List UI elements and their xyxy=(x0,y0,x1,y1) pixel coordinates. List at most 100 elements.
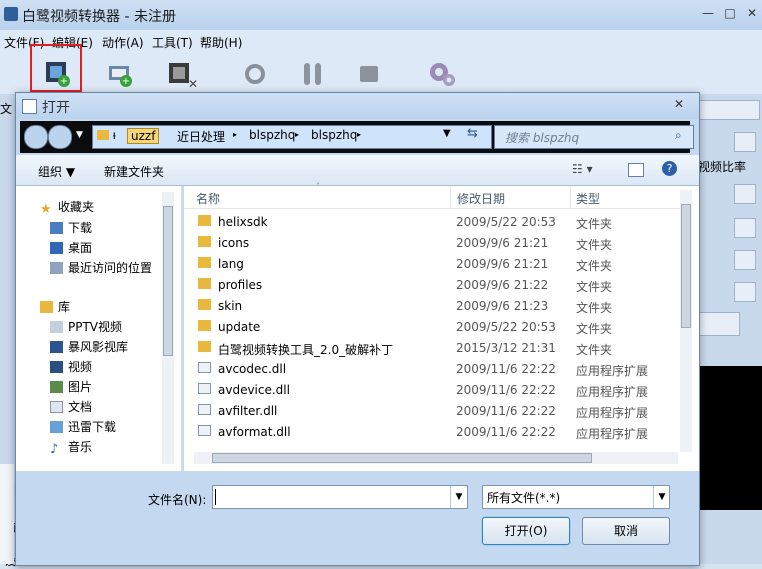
menu-help[interactable]: 帮助(H) xyxy=(200,34,242,51)
forward-button[interactable] xyxy=(48,125,72,149)
right-dropdown-2[interactable] xyxy=(734,184,756,204)
menu-tools[interactable]: 工具(T) xyxy=(152,34,193,51)
file-row[interactable]: avcodec.dll 2009/11/6 22:22 应用程序扩展 xyxy=(196,359,676,380)
breadcrumb-blspzhq-1[interactable]: blspzhq xyxy=(249,128,295,142)
pause-icon[interactable] xyxy=(296,56,330,90)
address-dropdown-icon[interactable]: ▼ xyxy=(443,128,451,139)
left-panel-strip xyxy=(0,464,14,564)
horizontal-scrollbar-thumb[interactable] xyxy=(212,453,592,463)
minimize-button[interactable]: — xyxy=(700,6,716,20)
nav-scrollbar-thumb[interactable] xyxy=(163,206,173,356)
file-row[interactable]: icons 2009/9/6 21:21 文件夹 xyxy=(196,233,676,254)
nav-favorites[interactable]: ★ 收藏夹 xyxy=(40,198,94,217)
nav-baofeng[interactable]: 暴风影视库 xyxy=(50,338,128,355)
filename-label: 文件名(N): xyxy=(148,493,207,507)
nav-documents[interactable]: 文档 xyxy=(50,398,92,415)
column-divider[interactable] xyxy=(450,186,451,208)
back-button[interactable] xyxy=(24,125,48,149)
right-dropdown-4[interactable] xyxy=(734,250,756,270)
file-name: helixsdk xyxy=(218,215,268,229)
open-button[interactable]: 打开(O) xyxy=(482,517,570,545)
remove-icon[interactable]: ✕ xyxy=(164,56,198,91)
column-type[interactable]: 类型 xyxy=(576,190,600,207)
nav-video[interactable]: 视频 xyxy=(50,358,92,375)
command-bar: 组织 ▼ 新建文件夹 ☷ ▾ ? xyxy=(16,155,699,186)
view-menu-icon[interactable]: ☷ ▾ xyxy=(572,162,593,176)
dll-file-icon xyxy=(198,404,211,415)
add-video-icon[interactable]: + xyxy=(40,56,74,90)
filename-dropdown-icon[interactable]: ▼ xyxy=(450,486,467,508)
nav-pptv[interactable]: PPTV视频 xyxy=(50,318,122,335)
file-type-dropdown-icon[interactable]: ▼ xyxy=(653,486,670,508)
nav-desktop[interactable]: 桌面 xyxy=(50,239,92,256)
recent-dropdown-icon[interactable]: ▼ xyxy=(76,130,83,140)
add-folder-icon[interactable]: + xyxy=(104,56,138,90)
dialog-close-button[interactable]: ✕ xyxy=(674,97,684,111)
breadcrumb-arrow-3[interactable]: ▸ xyxy=(357,130,361,139)
breadcrumb-recent[interactable]: 近日处理 xyxy=(177,128,225,145)
right-field[interactable] xyxy=(698,100,760,120)
video-library-icon xyxy=(50,321,63,333)
help-icon[interactable]: ? xyxy=(662,161,677,176)
file-row[interactable]: 白鹭视频转换工具_2.0_破解补丁 2015/3/12 21:31 文件夹 xyxy=(196,338,676,359)
refresh-icon[interactable] xyxy=(238,56,272,90)
library-icon xyxy=(40,301,53,313)
nav-xunlei[interactable]: 迅雷下载 xyxy=(50,418,116,435)
file-row[interactable]: avformat.dll 2009/11/6 22:22 应用程序扩展 xyxy=(196,422,676,443)
stop-icon[interactable] xyxy=(352,56,386,90)
nav-libraries[interactable]: 库 xyxy=(40,298,70,315)
file-row[interactable]: profiles 2009/9/6 21:22 文件夹 xyxy=(196,275,676,296)
breadcrumb-arrow-1[interactable]: ▸ xyxy=(233,130,237,139)
file-scrollbar-thumb[interactable] xyxy=(681,204,691,328)
nav-scrollbar[interactable] xyxy=(162,192,174,464)
sort-ascending-icon: ˄ xyxy=(316,182,320,191)
file-row[interactable]: avdevice.dll 2009/11/6 22:22 应用程序扩展 xyxy=(196,380,676,401)
download-folder-icon xyxy=(50,421,63,433)
column-date[interactable]: 修改日期 xyxy=(457,190,505,207)
close-button[interactable]: ✕ xyxy=(744,6,760,20)
nav-pictures-label: 图片 xyxy=(68,380,93,394)
file-row[interactable]: avfilter.dll 2009/11/6 22:22 应用程序扩展 xyxy=(196,401,676,422)
file-row[interactable]: helixsdk 2009/5/22 20:53 文件夹 xyxy=(196,212,676,233)
address-box[interactable]: ᵼ uzzf 近日处理 ▸ blspzhq ▸ blspzhq ▸ ▼ ⇆ xyxy=(92,125,492,149)
right-dropdown-5[interactable] xyxy=(734,282,756,302)
file-list-pane: 名称 ˄ 修改日期 类型 helixsdk 2009/5/22 20:53 文件夹 i… xyxy=(184,182,699,471)
new-folder-button[interactable]: 新建文件夹 xyxy=(104,163,164,180)
folder-icon xyxy=(198,257,211,268)
left-label-1: 文 xyxy=(0,102,13,116)
file-date: 2009/11/6 22:22 xyxy=(456,383,556,397)
search-box[interactable]: 搜索 blspzhq ⌕ xyxy=(494,125,694,149)
column-name[interactable]: 名称 xyxy=(196,190,220,207)
nav-pictures[interactable]: 图片 xyxy=(50,378,92,395)
horizontal-scrollbar[interactable] xyxy=(194,452,678,464)
right-dropdown-3[interactable] xyxy=(734,218,756,238)
file-name: profiles xyxy=(218,278,263,292)
breadcrumb-blspzhq-2[interactable]: blspzhq xyxy=(311,128,357,142)
preview-pane-icon[interactable] xyxy=(628,163,644,177)
column-divider[interactable] xyxy=(570,186,571,208)
right-dropdown-1[interactable] xyxy=(734,132,756,152)
file-row[interactable]: update 2009/5/22 20:53 文件夹 xyxy=(196,317,676,338)
video-icon xyxy=(50,361,63,373)
cancel-button[interactable]: 取消 xyxy=(582,517,670,545)
nav-music[interactable]: ♪ 音乐 xyxy=(50,438,92,457)
nav-download[interactable]: 下载 xyxy=(50,219,92,236)
right-input[interactable] xyxy=(698,312,740,336)
breadcrumb-arrow-2[interactable]: ▸ xyxy=(295,130,299,139)
maximize-button[interactable]: □ xyxy=(722,6,738,20)
organize-button[interactable]: 组织 ▼ xyxy=(38,163,75,180)
nav-recent[interactable]: 最近访问的位置 xyxy=(50,259,152,276)
settings-icon[interactable] xyxy=(424,56,458,90)
file-row[interactable]: lang 2009/9/6 21:21 文件夹 xyxy=(196,254,676,275)
file-scrollbar[interactable] xyxy=(680,190,692,452)
filename-input[interactable]: ▼ xyxy=(212,485,468,509)
folder-icon xyxy=(97,130,109,140)
menu-action[interactable]: 动作(A) xyxy=(102,34,144,51)
breadcrumb-uzzf[interactable]: uzzf xyxy=(127,128,160,144)
refresh-address-icon[interactable]: ⇆ xyxy=(467,126,478,141)
file-type-select[interactable]: 所有文件(*.*) ▼ xyxy=(482,485,670,509)
text-cursor xyxy=(215,489,216,505)
app-titlebar: 白鹭视频转换器 - 未注册 — □ ✕ xyxy=(0,0,762,30)
search-icon[interactable]: ⌕ xyxy=(675,128,682,143)
file-row[interactable]: skin 2009/9/6 21:23 文件夹 xyxy=(196,296,676,317)
